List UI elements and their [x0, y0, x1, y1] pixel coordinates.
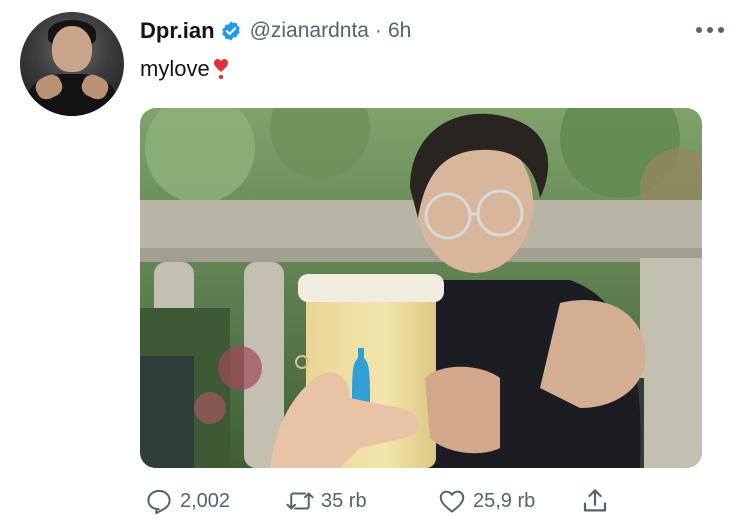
reply-button[interactable]: 2,002 — [144, 484, 230, 518]
tweet-header: Dpr.ian @zianardnta · 6h — [140, 16, 411, 46]
like-icon — [439, 490, 465, 513]
reply-icon — [147, 490, 171, 515]
share-button[interactable] — [580, 484, 610, 518]
display-name[interactable]: Dpr.ian — [140, 18, 215, 44]
more-icon[interactable] — [696, 18, 724, 42]
like-button[interactable]: 25,9 rb — [437, 484, 535, 518]
retweet-count: 35 rb — [321, 489, 367, 512]
heart-exclamation-emoji — [213, 59, 228, 80]
tweet[interactable]: Dpr.ian @zianardnta · 6h mylove 2,002 35… — [0, 0, 750, 528]
more-dot — [718, 27, 724, 33]
retweet-button[interactable]: 35 rb — [285, 484, 367, 518]
timestamp[interactable]: 6h — [388, 19, 411, 43]
tweet-photo[interactable] — [140, 108, 702, 468]
separator-dot: · — [374, 19, 382, 42]
reply-count: 2,002 — [180, 489, 231, 512]
retweet-icon — [286, 492, 314, 510]
tweet-actions: 2,002 35 rb 25,9 rb — [140, 484, 620, 518]
avatar-face — [52, 26, 92, 72]
avatar[interactable] — [20, 12, 124, 116]
photo-illustration — [140, 108, 702, 468]
share-icon — [583, 489, 607, 512]
more-dot — [707, 27, 713, 33]
tweet-text: mylove — [140, 56, 229, 82]
like-count: 25,9 rb — [473, 489, 536, 512]
verified-badge-icon — [221, 21, 240, 41]
tweet-text-content: mylove — [140, 56, 210, 81]
more-dot — [696, 27, 702, 33]
user-handle[interactable]: @zianardnta — [250, 19, 369, 43]
